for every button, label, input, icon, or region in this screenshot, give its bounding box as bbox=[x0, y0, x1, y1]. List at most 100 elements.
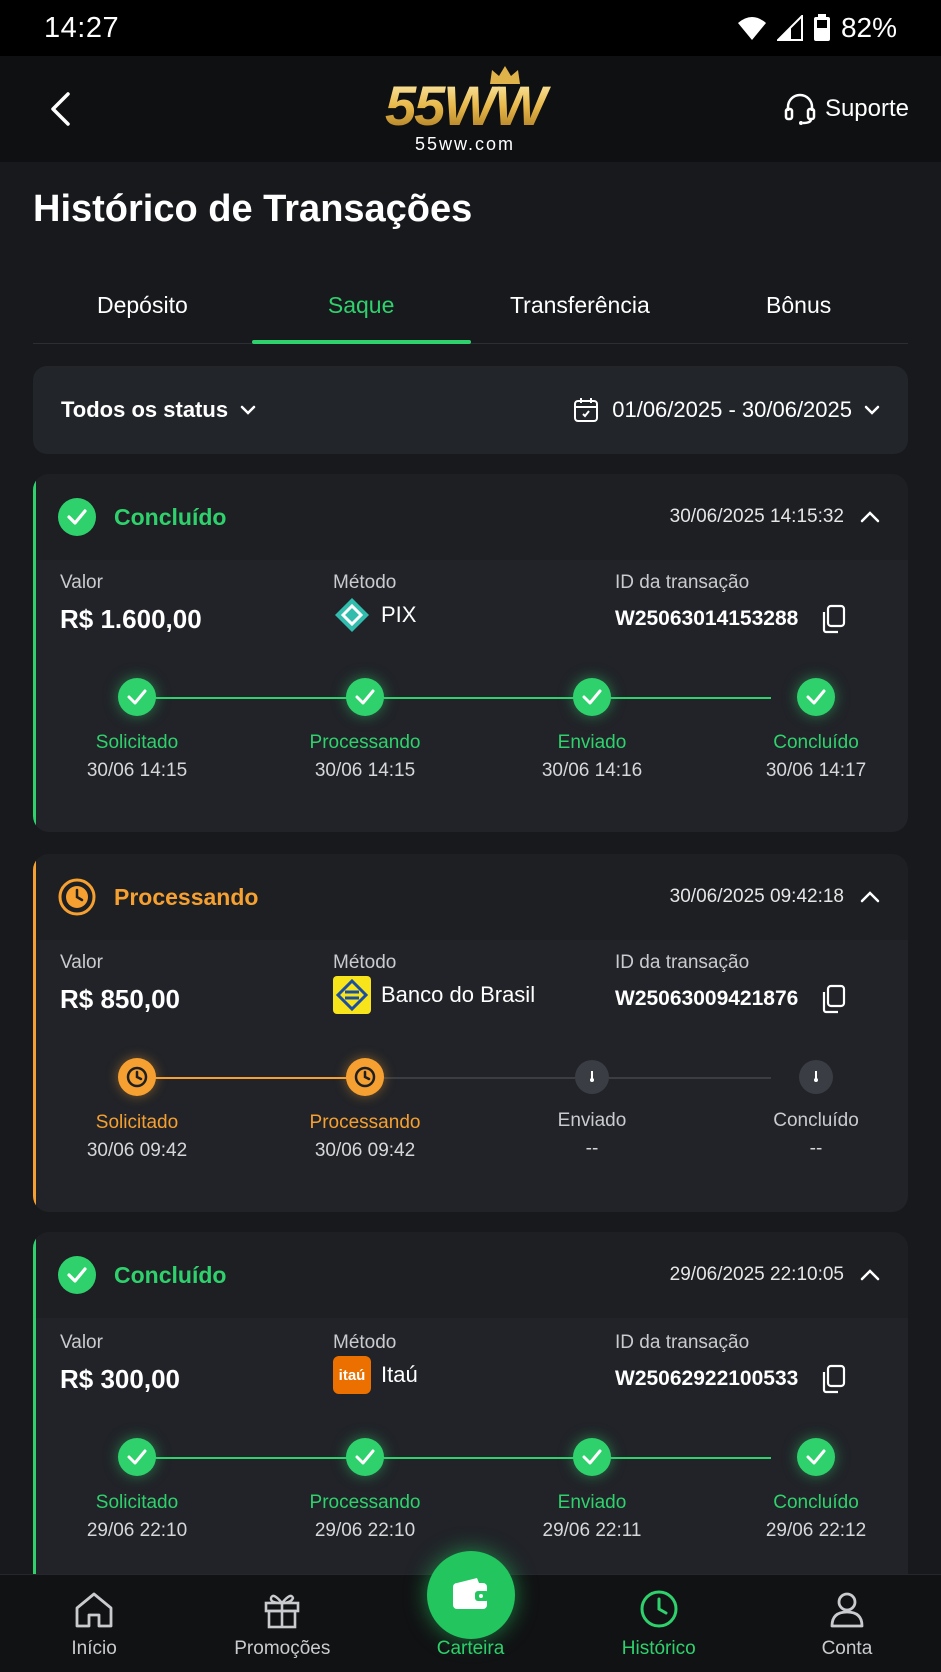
headset-icon bbox=[784, 93, 816, 125]
nav-carteira[interactable]: Carteira bbox=[376, 1551, 564, 1672]
date-range-label: 01/06/2025 - 30/06/2025 bbox=[612, 397, 852, 422]
transaction-datetime: 30/06/2025 14:15:32 bbox=[669, 506, 844, 527]
txid-label: ID da transação bbox=[615, 572, 750, 593]
tab-saque[interactable]: Saque bbox=[251, 268, 471, 344]
nav-label: Início bbox=[71, 1638, 117, 1659]
step-label: Processando bbox=[309, 1112, 421, 1133]
pending-icon bbox=[590, 1071, 594, 1082]
chevron-up-icon[interactable] bbox=[860, 511, 880, 523]
nav-historico[interactable]: Histórico bbox=[565, 1575, 753, 1672]
txid-label: ID da transação bbox=[615, 1332, 750, 1353]
home-icon bbox=[75, 1592, 113, 1628]
transaction-value: R$ 1.600,00 bbox=[60, 604, 202, 634]
back-button[interactable] bbox=[40, 89, 80, 129]
calendar-icon bbox=[574, 398, 599, 422]
support-label: Suporte bbox=[824, 95, 909, 122]
transaction-card-header[interactable]: Concluído 29/06/2025 22:10:05 bbox=[33, 1232, 908, 1318]
chevron-up-icon[interactable] bbox=[860, 891, 880, 903]
transaction-id: W25063014153288 bbox=[615, 604, 846, 634]
step-time: 30/06 14:15 bbox=[86, 760, 188, 781]
battery-percent: 82% bbox=[840, 12, 897, 43]
chevron-left-icon bbox=[51, 92, 70, 126]
step-label: Solicitado bbox=[95, 1492, 179, 1513]
banco-do-brasil-logo-icon bbox=[333, 976, 371, 1014]
check-icon bbox=[355, 1449, 375, 1465]
value-label: Valor bbox=[60, 952, 103, 973]
battery-icon bbox=[813, 14, 830, 41]
method-label: Método bbox=[333, 572, 397, 593]
timeline-step: Concluído -- bbox=[726, 1050, 906, 1160]
check-circle-icon bbox=[58, 1256, 96, 1294]
nav-conta[interactable]: Conta bbox=[753, 1575, 941, 1672]
transaction-card-header[interactable]: Concluído 30/06/2025 14:15:32 bbox=[33, 474, 908, 560]
tab-deposito[interactable]: Depósito bbox=[33, 268, 252, 343]
logo-text: 55WW bbox=[370, 76, 560, 136]
timeline-step: Processando 30/06 14:15 bbox=[275, 670, 455, 782]
copy-button[interactable] bbox=[820, 984, 846, 1014]
value-label: Valor bbox=[60, 572, 103, 593]
tab-bar: Depósito Saque Transferência Bônus bbox=[33, 268, 908, 344]
date-range-picker[interactable]: 01/06/2025 - 30/06/2025 bbox=[572, 396, 880, 424]
method-label: Método bbox=[333, 952, 397, 973]
support-button[interactable]: Suporte bbox=[783, 92, 909, 126]
step-time: 30/06 09:42 bbox=[314, 1140, 416, 1161]
timeline-step: Enviado 30/06 14:16 bbox=[502, 670, 682, 782]
value-label: Valor bbox=[60, 1332, 103, 1353]
copy-button[interactable] bbox=[820, 604, 846, 634]
step-label: Solicitado bbox=[95, 732, 179, 753]
clock-icon bbox=[126, 1066, 148, 1088]
transaction-id-value: W25062922100533 bbox=[615, 1367, 799, 1390]
transaction-card-header[interactable]: Processando 30/06/2025 09:42:18 bbox=[33, 854, 908, 940]
status-filter-label: Todos os status bbox=[61, 397, 229, 422]
step-time: 30/06 14:15 bbox=[314, 760, 416, 781]
progress-timeline: Solicitado 30/06 09:42 Processando 30/06… bbox=[33, 1050, 908, 1170]
tab-bonus[interactable]: Bônus bbox=[689, 268, 908, 343]
copy-button[interactable] bbox=[820, 1364, 846, 1394]
app-header: 55WW 55ww.com Suporte bbox=[0, 56, 941, 162]
transaction-status: Concluído bbox=[114, 503, 227, 530]
transaction-id: W25062922100533 bbox=[615, 1364, 846, 1394]
timeline-step: Concluído 29/06 22:12 bbox=[726, 1430, 906, 1542]
copy-icon bbox=[823, 1364, 846, 1394]
step-label: Concluído bbox=[773, 732, 859, 753]
nav-inicio[interactable]: Início bbox=[0, 1575, 188, 1672]
nav-promocoes[interactable]: Promoções bbox=[188, 1575, 376, 1672]
crown-icon bbox=[490, 66, 520, 84]
step-time: 30/06 14:16 bbox=[541, 760, 643, 781]
tab-transferencia[interactable]: Transferência bbox=[471, 268, 690, 343]
nav-label: Histórico bbox=[621, 1638, 696, 1659]
copy-icon bbox=[823, 604, 846, 634]
check-circle-icon bbox=[58, 498, 96, 536]
step-label: Processando bbox=[309, 1492, 421, 1513]
timeline-step: Processando 29/06 22:10 bbox=[275, 1430, 455, 1542]
clock-icon bbox=[354, 1066, 376, 1088]
chevron-up-icon[interactable] bbox=[860, 1269, 880, 1281]
transaction-card: Concluído 29/06/2025 22:10:05 Valor Méto… bbox=[33, 1232, 908, 1590]
clock-icon bbox=[640, 1590, 678, 1628]
copy-icon bbox=[823, 984, 846, 1014]
step-time: 30/06 14:17 bbox=[765, 760, 867, 781]
step-label: Concluído bbox=[773, 1110, 859, 1131]
transaction-status: Concluído bbox=[114, 1261, 227, 1288]
payment-method-name: PIX bbox=[381, 602, 417, 627]
transaction-status: Processando bbox=[114, 883, 259, 910]
status-bar: 14:27 82% bbox=[0, 0, 941, 56]
clock-circle-icon bbox=[58, 878, 96, 916]
progress-timeline: Solicitado 30/06 14:15 Processando 30/06… bbox=[33, 670, 908, 790]
timeline-step: Enviado 29/06 22:11 bbox=[502, 1430, 682, 1542]
check-icon bbox=[806, 1449, 826, 1465]
status-time: 14:27 bbox=[44, 11, 120, 44]
transaction-value: R$ 300,00 bbox=[60, 1364, 180, 1394]
status-filter-dropdown[interactable]: Todos os status bbox=[61, 397, 256, 423]
transaction-datetime: 30/06/2025 09:42:18 bbox=[669, 886, 844, 907]
transaction-datetime: 29/06/2025 22:10:05 bbox=[669, 1264, 844, 1285]
wallet-icon bbox=[452, 1578, 489, 1609]
wallet-fab-button[interactable] bbox=[426, 1551, 515, 1639]
nav-label: Carteira bbox=[436, 1638, 505, 1659]
check-icon bbox=[806, 689, 826, 705]
nav-label: Conta bbox=[821, 1638, 873, 1659]
step-label: Enviado bbox=[557, 1492, 627, 1513]
wifi-icon bbox=[737, 17, 766, 40]
transaction-value: R$ 850,00 bbox=[60, 984, 180, 1014]
signal-icon bbox=[776, 15, 803, 41]
